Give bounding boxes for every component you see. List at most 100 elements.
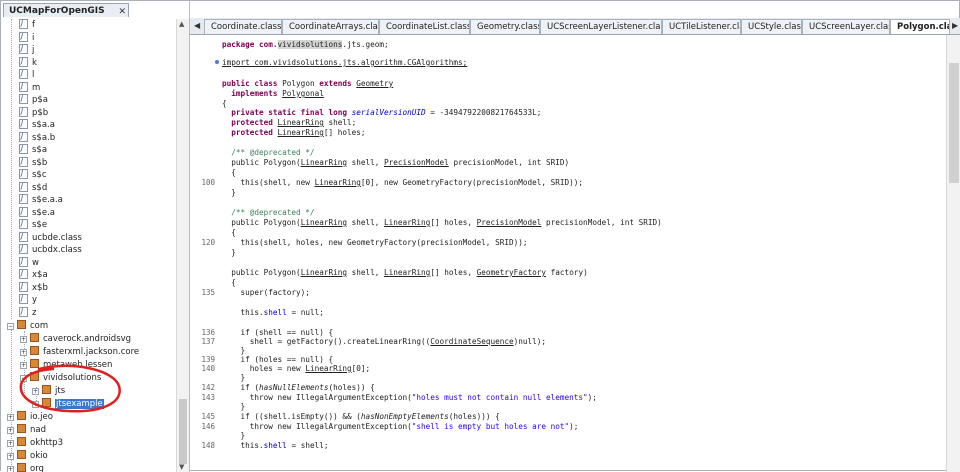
tree-file[interactable]: s$a.b: [19, 130, 55, 145]
editor-area: ◀ Coordinate.class CoordinateArrays.clas…: [190, 1, 960, 472]
scroll-down-icon[interactable]: ▼: [179, 463, 184, 471]
expand-icon[interactable]: +: [7, 414, 14, 421]
tree-file[interactable]: s$a: [19, 142, 47, 157]
tree-scrollbar[interactable]: ▲ ▼: [176, 19, 189, 472]
tree-package[interactable]: + okhttp3: [7, 437, 63, 450]
class-file-icon: [19, 155, 28, 168]
expand-icon[interactable]: +: [20, 336, 27, 343]
expand-icon[interactable]: +: [20, 349, 27, 356]
line-number: 143: [201, 393, 215, 402]
expand-icon[interactable]: +: [7, 453, 14, 460]
code-line: }: [222, 373, 246, 382]
tab-ucstyle[interactable]: UCStyle.class: [741, 19, 802, 34]
tree-package[interactable]: + caverock.androidsvg: [20, 333, 131, 346]
tree-file[interactable]: s$e.a: [19, 205, 55, 220]
package-icon: [30, 359, 39, 368]
tree-file[interactable]: x$a: [19, 267, 48, 282]
code-line: }: [222, 431, 246, 440]
tree-file[interactable]: s$d: [19, 180, 47, 195]
class-file-icon: [19, 292, 28, 305]
class-file-icon: [19, 105, 28, 118]
expand-icon[interactable]: +: [7, 440, 14, 447]
tree-package[interactable]: − vividsolutions: [20, 372, 101, 385]
class-file-icon: [19, 255, 28, 268]
tree-file[interactable]: s$b: [19, 155, 47, 170]
class-file-icon: [19, 19, 28, 30]
project-tab[interactable]: UCMapForOpenGIS ✕: [3, 3, 129, 17]
tree-file[interactable]: p$a: [19, 92, 48, 107]
code-line: this(shell, new LinearRing[0], new Geome…: [222, 178, 584, 187]
tree-package[interactable]: + io.jeo: [7, 411, 53, 424]
code-line: }: [222, 188, 236, 197]
expand-icon[interactable]: +: [32, 401, 39, 408]
tree-file[interactable]: s$e.a.a: [19, 192, 63, 207]
code-line: }: [222, 248, 236, 257]
collapse-icon[interactable]: −: [7, 323, 14, 330]
tree-file[interactable]: s$a.a: [19, 117, 55, 132]
tree-file[interactable]: ucbde.class: [19, 230, 82, 245]
line-number: 139: [201, 355, 215, 364]
tree-package[interactable]: + nad: [7, 424, 46, 437]
tab-coordinate[interactable]: Coordinate.class: [204, 19, 282, 34]
class-file-icon: [19, 92, 28, 105]
line-number: 100: [201, 178, 215, 187]
package-icon: [17, 411, 26, 420]
tab-ucscreenlayer[interactable]: UCScreenLayer.class: [802, 19, 890, 34]
class-file-icon: [19, 267, 28, 280]
line-number: 120: [201, 238, 215, 247]
tree-file[interactable]: p$b: [19, 105, 48, 120]
tree-file[interactable]: ucbdx.class: [19, 242, 82, 257]
tree-file[interactable]: x$b: [19, 280, 48, 295]
tree-package[interactable]: + jts: [32, 385, 65, 398]
tree-package-selected[interactable]: + jtsexample: [32, 398, 104, 411]
editor-scrollbar[interactable]: [946, 35, 960, 472]
code-line: public Polygon(LinearRing shell, Precisi…: [222, 158, 570, 167]
tree-file[interactable]: s$e: [19, 217, 47, 232]
tree-package[interactable]: + fasterxml.jackson.core: [20, 346, 139, 359]
project-title: UCMapForOpenGIS: [9, 6, 105, 16]
code-line: {: [222, 99, 227, 108]
tab-scroll-right-icon[interactable]: ▶: [952, 21, 958, 30]
tree-package[interactable]: + okio: [7, 450, 48, 463]
code-line: super(factory);: [222, 288, 310, 297]
tree-package-com[interactable]: − com: [7, 320, 48, 333]
tab-coordinate-list[interactable]: CoordinateList.class: [379, 19, 470, 34]
expand-icon[interactable]: +: [7, 466, 14, 472]
close-icon[interactable]: ✕: [118, 5, 126, 19]
code-line: public class Polygon extends Geometry: [222, 79, 394, 88]
scrollbar-thumb[interactable]: [949, 63, 959, 183]
fold-marker-icon[interactable]: [215, 60, 219, 64]
package-icon: [17, 320, 26, 329]
class-file-icon: [19, 305, 28, 318]
tab-uctilelistener[interactable]: UCTileListener.class: [662, 19, 741, 34]
tree-file[interactable]: z: [19, 305, 36, 320]
code-line: this(shell, holes, new GeometryFactory(p…: [222, 238, 528, 247]
code-line: }: [222, 402, 246, 411]
tree-package[interactable]: + metaweb.lessen: [20, 359, 112, 372]
code-line: this.shell = null;: [222, 308, 324, 317]
line-number: 142: [201, 383, 215, 392]
scrollbar-thumb[interactable]: [179, 399, 187, 464]
expand-icon[interactable]: +: [7, 427, 14, 434]
tab-scroll-left-icon[interactable]: ◀: [194, 21, 200, 30]
class-file-icon: [19, 192, 28, 205]
collapse-icon[interactable]: −: [20, 375, 27, 382]
code-line: throw new IllegalArgumentException("shel…: [222, 422, 579, 431]
tab-coordinate-arrays[interactable]: CoordinateArrays.class: [282, 19, 379, 34]
expand-icon[interactable]: +: [20, 362, 27, 369]
scroll-up-icon[interactable]: ▲: [179, 20, 184, 28]
code-line: public Polygon(LinearRing shell, LinearR…: [222, 268, 588, 277]
tab-geometry[interactable]: Geometry.class: [470, 19, 540, 34]
code-line: public Polygon(LinearRing shell, LinearR…: [222, 218, 662, 227]
package-icon: [42, 385, 51, 394]
tree-file[interactable]: s$c: [19, 167, 47, 182]
tab-polygon[interactable]: Polygon.class: [890, 19, 950, 34]
package-icon: [17, 437, 26, 446]
editor-tab-bar: ◀ Coordinate.class CoordinateArrays.clas…: [190, 18, 960, 35]
code-editor[interactable]: package com.vividsolutions.jts.geom; imp…: [190, 35, 947, 472]
expand-icon[interactable]: +: [32, 388, 39, 395]
tab-ucscreenlayerlistener[interactable]: UCScreenLayerListener.class: [540, 19, 662, 34]
class-file-icon: [19, 42, 28, 55]
class-file-icon: [19, 280, 28, 293]
code-line: package com.vividsolutions.jts.geom;: [222, 40, 389, 49]
